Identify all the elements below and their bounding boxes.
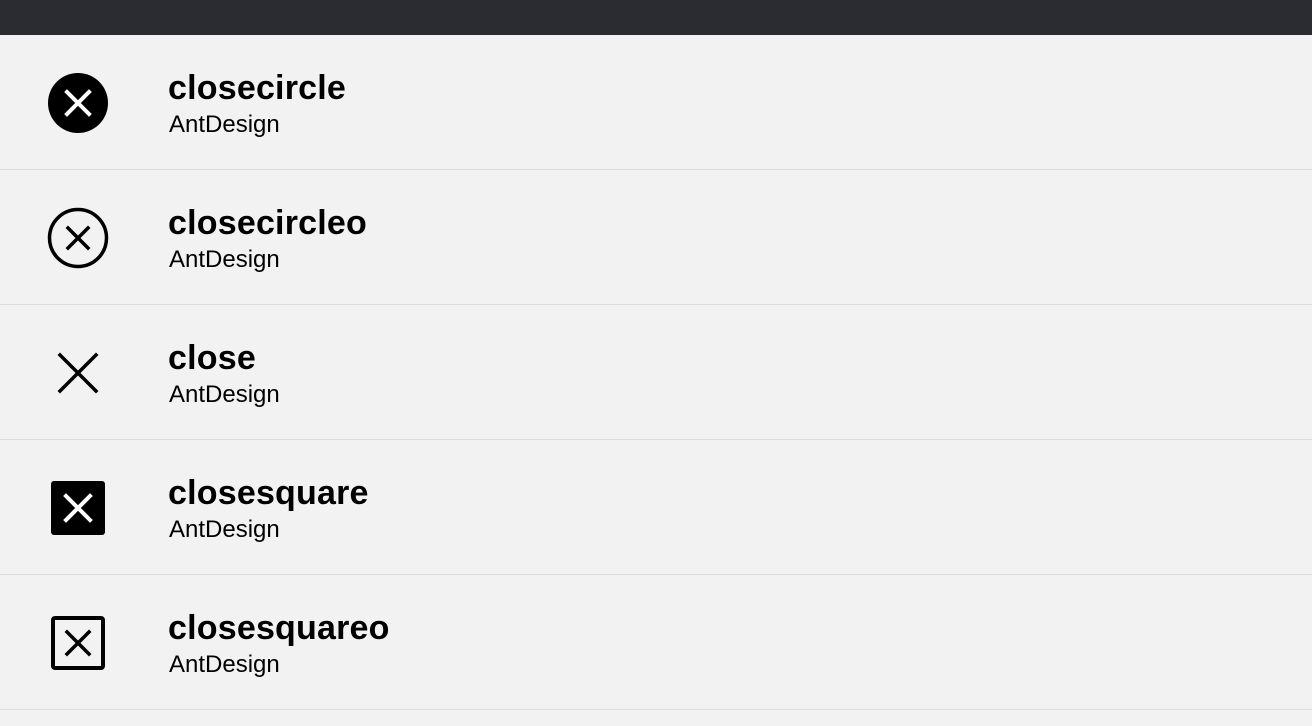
- icon-name: close: [168, 339, 256, 377]
- top-bar: [0, 0, 1312, 35]
- icon-name: closecircle: [168, 69, 346, 107]
- list-item[interactable]: closesquareo AntDesign: [0, 575, 1312, 710]
- list-item[interactable]: closecircle AntDesign: [0, 35, 1312, 170]
- close-icon: [46, 341, 110, 405]
- icon-name: closesquare: [168, 474, 369, 512]
- icon-list: closecircle AntDesign closecircleo AntDe…: [0, 35, 1312, 710]
- icon-family: AntDesign: [169, 651, 280, 678]
- icon-family: AntDesign: [169, 381, 280, 408]
- close-square-filled-icon: [46, 476, 110, 540]
- list-item[interactable]: closecircleo AntDesign: [0, 170, 1312, 305]
- list-item[interactable]: closesquare AntDesign: [0, 440, 1312, 575]
- close-square-outline-icon: [46, 611, 110, 675]
- icon-family: AntDesign: [169, 111, 280, 138]
- icon-name: closecircleo: [168, 204, 367, 242]
- close-circle-filled-icon: [46, 71, 110, 135]
- icon-family: AntDesign: [169, 246, 280, 273]
- icon-name: closesquareo: [168, 609, 390, 647]
- list-item[interactable]: close AntDesign: [0, 305, 1312, 440]
- close-circle-outline-icon: [46, 206, 110, 270]
- icon-family: AntDesign: [169, 516, 280, 543]
